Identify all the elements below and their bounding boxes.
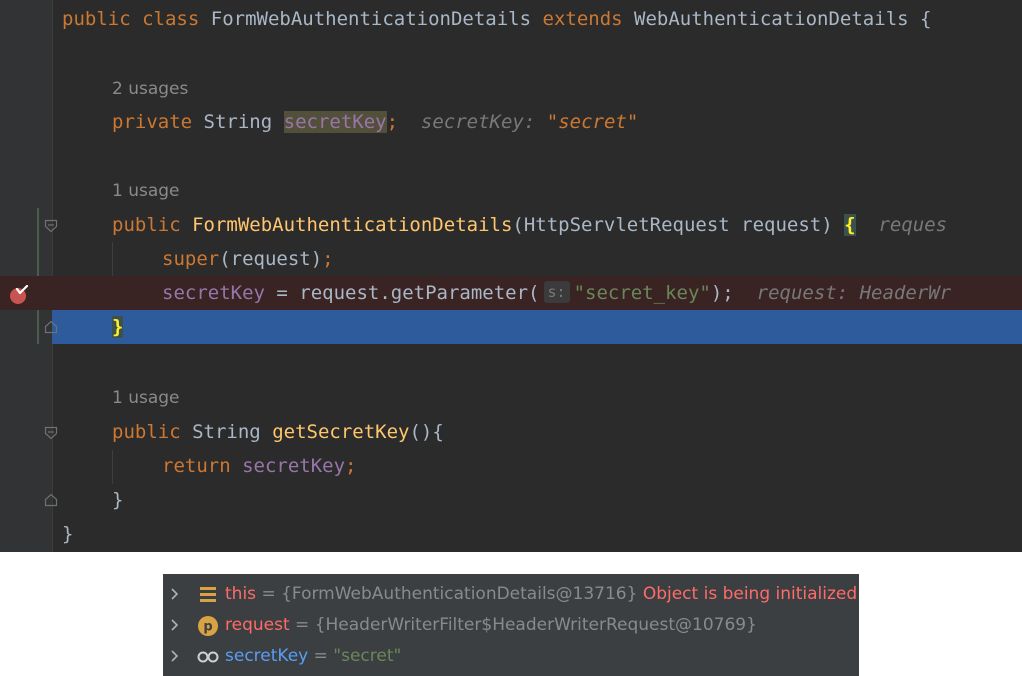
- class-close-brace: }: [62, 523, 74, 545]
- getter-close-brace: }: [112, 489, 124, 511]
- chevron-right-icon[interactable]: [169, 588, 181, 600]
- code-line-class-decl[interactable]: public class FormWebAuthenticationDetail…: [0, 2, 1022, 36]
- watch-glasses-icon: [197, 651, 219, 663]
- highlighted-identifier: secretKey: [283, 111, 387, 133]
- code-line-super-call[interactable]: super(request);: [0, 242, 1022, 276]
- code-line-constructor-decl[interactable]: public FormWebAuthenticationDetails(Http…: [0, 208, 1022, 242]
- code-line-execution-point[interactable]: }: [52, 310, 1022, 344]
- field-declaration: private String secretKey; secretKey: "se…: [112, 111, 639, 133]
- code-line-getter-close[interactable]: }: [0, 483, 1022, 517]
- inline-debug-hint: request: HeaderWr: [756, 282, 952, 304]
- chevron-right-icon[interactable]: [169, 650, 181, 662]
- getter-declaration: public String getSecretKey(){: [112, 421, 444, 443]
- chevron-right-icon[interactable]: [169, 619, 181, 631]
- parameter-icon: p: [198, 616, 218, 636]
- inline-debug-value: "secret": [546, 111, 639, 133]
- code-vision-line: 2 usages: [0, 72, 1022, 106]
- fold-end-icon[interactable]: [44, 493, 58, 507]
- usages-hint[interactable]: 1 usage: [112, 174, 180, 208]
- svg-text:p: p: [203, 620, 212, 635]
- inline-debug-hint: reques: [878, 214, 948, 236]
- code-line-return[interactable]: return secretKey;: [0, 449, 1022, 483]
- code-vision-line: 1 usage: [0, 174, 1022, 208]
- code-line-getter-decl[interactable]: public String getSecretKey(){: [0, 415, 1022, 449]
- fold-end-icon[interactable]: [44, 320, 58, 334]
- variable-text: this = {FormWebAuthenticationDetails@137…: [225, 584, 858, 604]
- fold-collapse-icon[interactable]: [44, 219, 58, 233]
- assignment-statement: secretKey = request.getParameter(s: "secr…: [162, 281, 952, 304]
- variable-row-request[interactable]: p request = {HeaderWriterFilter$HeaderWr…: [163, 610, 859, 641]
- code-vision-line: 1 usage: [0, 381, 1022, 415]
- inline-debug-label: secretKey:: [420, 111, 536, 133]
- field-list-icon: [200, 587, 216, 602]
- fold-collapse-icon[interactable]: [44, 426, 58, 440]
- code-editor[interactable]: public class FormWebAuthenticationDetail…: [0, 0, 1022, 552]
- constructor-close-brace: }: [112, 316, 124, 338]
- super-call: super(request);: [162, 248, 334, 270]
- variable-text: request = {HeaderWriterFilter$HeaderWrit…: [225, 615, 757, 635]
- code-line-field-decl[interactable]: private String secretKey; secretKey: "se…: [0, 105, 1022, 139]
- usages-hint[interactable]: 1 usage: [112, 381, 180, 415]
- debugger-variables-panel[interactable]: this = {FormWebAuthenticationDetails@137…: [163, 574, 859, 676]
- return-statement: return secretKey;: [162, 455, 357, 477]
- constructor-declaration: public FormWebAuthenticationDetails(Http…: [112, 214, 948, 236]
- init-warning: Object is being initialized: [642, 584, 858, 604]
- variable-row-secretkey[interactable]: secretKey = "secret": [163, 641, 859, 672]
- variable-text: secretKey = "secret": [225, 646, 402, 666]
- variable-row-this[interactable]: this = {FormWebAuthenticationDetails@137…: [163, 579, 859, 610]
- code-line-class-close[interactable]: }: [0, 517, 1022, 551]
- code-line-breakpoint[interactable]: secretKey = request.getParameter(s: "secr…: [0, 276, 1022, 310]
- parameter-name-hint: s:: [543, 281, 570, 303]
- matched-brace: {: [844, 214, 856, 236]
- class-declaration: public class FormWebAuthenticationDetail…: [62, 8, 932, 30]
- breakpoint-check-icon[interactable]: [9, 285, 29, 305]
- usages-hint[interactable]: 2 usages: [112, 72, 188, 106]
